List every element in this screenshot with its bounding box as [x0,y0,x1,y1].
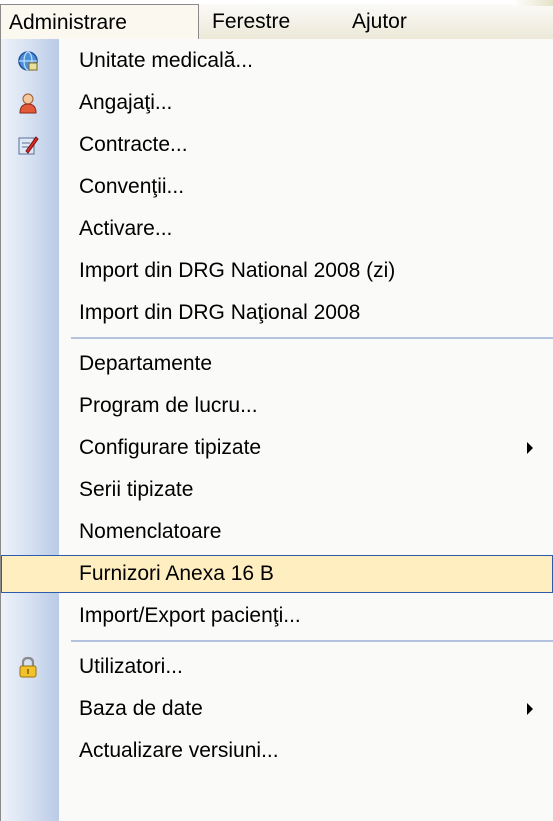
menu-item-label: Import din DRG Naţional 2008 [79,301,361,324]
menu-item-label: Configurare tipizate [79,436,262,459]
menu-item-label: Program de lucru... [79,394,258,417]
menu-item-label: Convenţii... [79,175,185,198]
document-edit-icon [17,134,39,156]
corner-decoration [513,0,553,6]
menu-item-configurare-tipizate[interactable]: Configurare tipizate [1,427,553,469]
menu-item-angajati[interactable]: Angajaţi... [1,82,553,124]
menu-item-conventii[interactable]: Convenţii... [1,166,553,208]
menu-item-label: Serii tipizate [79,478,194,501]
menu-item-label: Actualizare versiuni... [79,739,279,762]
menu-bar: Administrare Ferestre Ajutor [0,0,553,39]
administrare-dropdown: Unitate medicală... Angajaţi... Contract… [0,39,553,821]
menu-item-unitate-medicala[interactable]: Unitate medicală... [1,40,553,82]
menu-item-label: Furnizori Anexa 16 B [79,562,274,585]
menu-item-departamente[interactable]: Departamente [1,343,553,385]
menu-administrare[interactable]: Administrare [0,4,199,39]
menu-item-label: Import din DRG National 2008 (zi) [79,259,396,282]
menu-item-label: Angajaţi... [79,91,173,114]
menu-item-activare[interactable]: Activare... [1,208,553,250]
menu-item-label: Import/Export pacienţi... [79,604,301,627]
menu-item-contracte[interactable]: Contracte... [1,124,553,166]
menu-separator [71,337,553,339]
menu-item-import-drg-zi[interactable]: Import din DRG National 2008 (zi) [1,250,553,292]
menu-item-program-lucru[interactable]: Program de lucru... [1,385,553,427]
menu-item-import-drg[interactable]: Import din DRG Naţional 2008 [1,292,553,334]
menu-item-label: Nomenclatoare [79,520,222,543]
menu-item-baza-de-date[interactable]: Baza de date [1,688,553,730]
menu-item-label: Utilizatori... [79,655,183,678]
submenu-arrow-icon [527,442,533,454]
padlock-icon [17,656,39,678]
menu-item-utilizatori[interactable]: Utilizatori... [1,646,553,688]
menu-separator [71,640,553,642]
menu-item-serii-tipizate[interactable]: Serii tipizate [1,469,553,511]
menu-item-nomenclatoare[interactable]: Nomenclatoare [1,511,553,553]
submenu-arrow-icon [527,703,533,715]
globe-database-icon [17,50,39,72]
menu-item-label: Contracte... [79,133,188,156]
menu-item-furnizori-anexa[interactable]: Furnizori Anexa 16 B [1,553,553,595]
menu-item-label: Departamente [79,352,213,375]
menu-item-label: Activare... [79,217,173,240]
menu-ajutor[interactable]: Ajutor [352,4,407,39]
menu-item-import-export-pacienti[interactable]: Import/Export pacienţi... [1,595,553,637]
menu-item-actualizare-versiuni[interactable]: Actualizare versiuni... [1,730,553,772]
menu-item-label: Baza de date [79,697,203,720]
menu-ferestre[interactable]: Ferestre [212,4,290,39]
person-icon [17,92,39,114]
menu-item-label: Unitate medicală... [79,49,253,72]
